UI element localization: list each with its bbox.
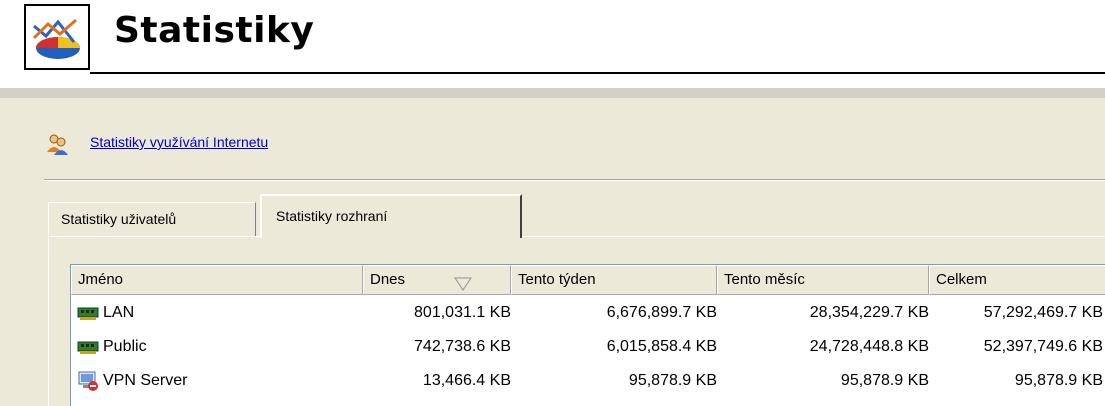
row-total: 52,397,749.6 KB (983, 338, 1103, 355)
table-row[interactable]: VPN Server 13,466.4 KB 95,878.9 KB 95,87… (71, 364, 1105, 398)
row-month: 95,878.9 KB (840, 372, 929, 389)
tab-panel-border-left (48, 236, 49, 406)
column-header-week[interactable]: Tento týden (511, 265, 717, 295)
column-header-name[interactable]: Jméno (71, 265, 363, 295)
tab-user-stats[interactable]: Statistiky uživatelů (48, 202, 256, 236)
column-header-month[interactable]: Tento měsíc (717, 265, 929, 295)
interface-stats-table: Jméno Dnes Tento týden Tento měsíc Celke… (70, 264, 1105, 406)
row-week: 6,676,899.7 KB (606, 304, 717, 321)
row-total: 95,878.9 KB (1014, 372, 1103, 389)
row-total: 57,292,469.7 KB (983, 304, 1103, 321)
row-name: VPN Server (103, 372, 188, 389)
row-name: LAN (103, 304, 135, 321)
table-header: Jméno Dnes Tento týden Tento měsíc Celke… (71, 265, 1105, 296)
internet-stats-link[interactable]: Statistiky využívání Internetu (90, 134, 268, 150)
section-divider-highlight (44, 180, 1105, 181)
page-header: Statistiky (0, 0, 1105, 86)
top-strip (0, 88, 1105, 98)
table-row[interactable]: Public 742,738.6 KB 6,015,858.4 KB 24,72… (71, 330, 1105, 364)
row-name: Public (103, 338, 147, 355)
users-icon (46, 132, 70, 160)
row-week: 6,015,858.4 KB (606, 338, 717, 355)
row-month: 24,728,448.8 KB (809, 338, 929, 355)
page-title: Statistiky (114, 10, 315, 51)
row-today: 801,031.1 KB (414, 304, 511, 321)
table-row[interactable]: LAN 801,031.1 KB 6,676,899.7 KB 28,354,2… (71, 296, 1105, 330)
row-today: 13,466.4 KB (422, 372, 511, 389)
column-header-today-label: Dnes (370, 271, 406, 288)
row-week: 95,878.9 KB (628, 372, 717, 389)
tab-panel-border-right (522, 236, 1105, 237)
tab-interface-stats[interactable]: Statistiky rozhraní (260, 194, 522, 238)
content-area: Statistiky využívání Internetu Statistik… (0, 88, 1105, 406)
column-header-today[interactable]: Dnes (363, 265, 511, 295)
statistics-chart-icon (24, 4, 90, 70)
tab-panel-border (48, 236, 260, 237)
header-divider (90, 72, 1105, 74)
row-month: 28,354,229.7 KB (809, 304, 929, 321)
row-today: 742,738.6 KB (414, 338, 511, 355)
tab-bar: Statistiky uživatelů Statistiky rozhraní (48, 194, 1105, 238)
column-header-total[interactable]: Celkem (929, 265, 1105, 295)
